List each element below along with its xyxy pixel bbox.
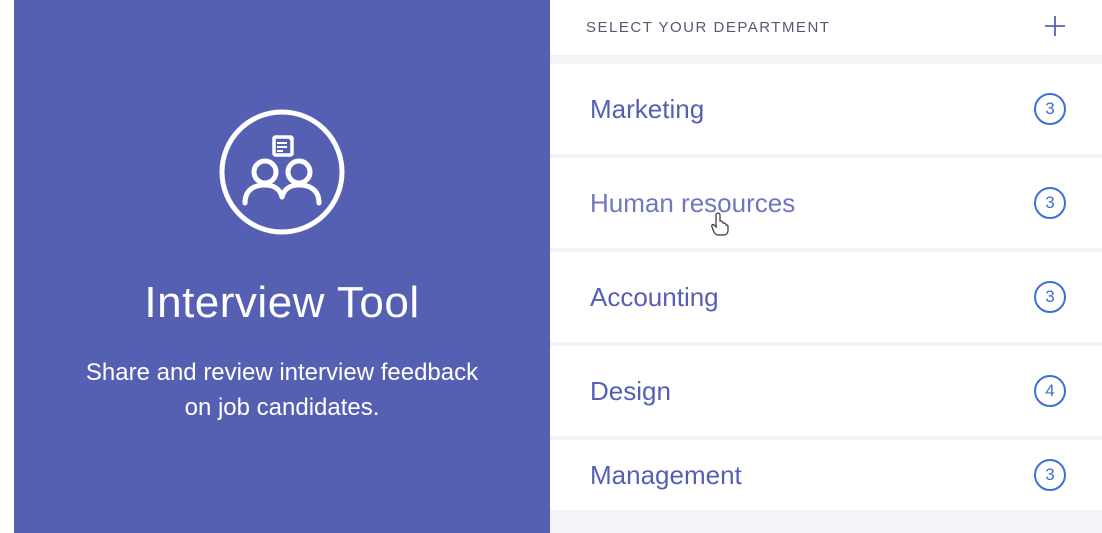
department-row-design[interactable]: Design 4: [550, 346, 1102, 436]
department-count-badge: 3: [1034, 281, 1066, 313]
right-panel: SELECT YOUR DEPARTMENT Marketing 3 Human…: [550, 0, 1102, 533]
left-panel-inner: Interview Tool Share and review intervie…: [14, 0, 550, 533]
department-name: Human resources: [590, 188, 795, 219]
department-header: SELECT YOUR DEPARTMENT: [550, 0, 1102, 56]
department-name: Accounting: [590, 282, 719, 313]
interview-people-icon: [217, 107, 347, 242]
department-name: Management: [590, 460, 742, 491]
plus-icon: [1044, 15, 1066, 37]
app-subtitle: Share and review interview feedback on j…: [72, 356, 492, 426]
department-list: Marketing 3 Human resources 3 Accounting…: [550, 56, 1102, 533]
department-row-management[interactable]: Management 3: [550, 440, 1102, 510]
department-row-human-resources[interactable]: Human resources 3: [550, 158, 1102, 248]
department-name: Design: [590, 376, 671, 407]
department-header-label: SELECT YOUR DEPARTMENT: [586, 19, 830, 36]
left-panel: Interview Tool Share and review intervie…: [0, 0, 550, 533]
department-row-marketing[interactable]: Marketing 3: [550, 64, 1102, 154]
department-count-badge: 3: [1034, 93, 1066, 125]
app-title: Interview Tool: [144, 278, 419, 328]
department-count-badge: 3: [1034, 187, 1066, 219]
department-row-accounting[interactable]: Accounting 3: [550, 252, 1102, 342]
add-department-button[interactable]: [1044, 13, 1066, 43]
department-name: Marketing: [590, 94, 704, 125]
department-count-badge: 4: [1034, 375, 1066, 407]
department-count-badge: 3: [1034, 459, 1066, 491]
